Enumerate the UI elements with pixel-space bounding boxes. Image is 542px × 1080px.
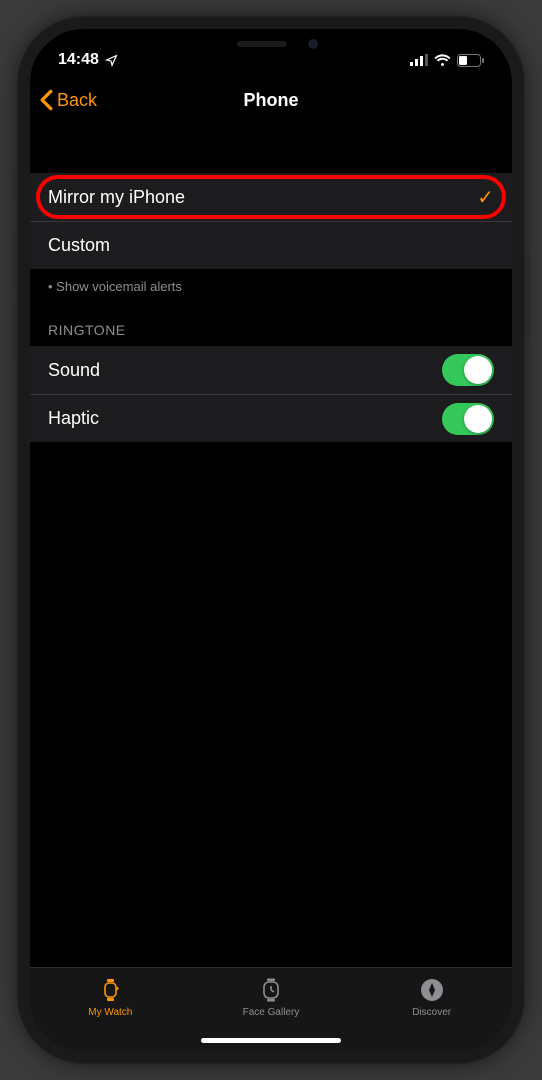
screen: 14:48 bbox=[30, 29, 512, 1051]
ringtone-header: RINGTONE bbox=[30, 294, 512, 346]
tab-my-watch[interactable]: My Watch bbox=[60, 976, 160, 1051]
haptic-row: Haptic bbox=[30, 394, 512, 442]
battery-icon bbox=[457, 54, 484, 67]
back-label: Back bbox=[57, 90, 97, 111]
page-title: Phone bbox=[243, 90, 298, 111]
compass-icon bbox=[418, 976, 446, 1004]
tab-label: Face Gallery bbox=[243, 1007, 300, 1018]
notch bbox=[166, 29, 376, 59]
home-indicator[interactable] bbox=[201, 1038, 341, 1043]
mirror-iphone-label: Mirror my iPhone bbox=[48, 187, 185, 208]
sound-label: Sound bbox=[48, 360, 100, 381]
status-time: 14:48 bbox=[58, 51, 99, 69]
location-arrow-icon bbox=[105, 54, 118, 67]
toggle-knob bbox=[464, 356, 492, 384]
tab-label: Discover bbox=[412, 1007, 451, 1018]
back-button[interactable]: Back bbox=[40, 89, 97, 111]
toggle-knob bbox=[464, 405, 492, 433]
nav-bar: Back Phone bbox=[30, 77, 512, 123]
content-area: Mirror my iPhone ✓ Custom • Show voicema… bbox=[30, 123, 512, 442]
front-camera bbox=[308, 39, 318, 49]
alerts-footer: • Show voicemail alerts bbox=[30, 269, 512, 294]
sound-row: Sound bbox=[30, 346, 512, 394]
mirror-iphone-row[interactable]: Mirror my iPhone ✓ bbox=[30, 173, 512, 221]
speaker-grille bbox=[237, 41, 287, 47]
alerts-section: Mirror my iPhone ✓ Custom bbox=[30, 173, 512, 269]
phone-frame: 14:48 bbox=[16, 15, 526, 1065]
chevron-left-icon bbox=[40, 89, 53, 111]
custom-row[interactable]: Custom bbox=[30, 221, 512, 269]
watch-face-icon bbox=[257, 976, 285, 1004]
sound-toggle[interactable] bbox=[442, 354, 494, 386]
watch-side-icon bbox=[96, 976, 124, 1004]
volume-up-button bbox=[12, 230, 16, 288]
tab-discover[interactable]: Discover bbox=[382, 976, 482, 1051]
volume-down-button bbox=[12, 305, 16, 363]
checkmark-icon: ✓ bbox=[477, 185, 494, 210]
wifi-icon bbox=[434, 54, 451, 66]
power-button bbox=[526, 250, 530, 340]
ringtone-section: Sound Haptic bbox=[30, 346, 512, 442]
haptic-label: Haptic bbox=[48, 408, 99, 429]
mute-switch bbox=[12, 170, 16, 202]
cellular-signal-icon bbox=[410, 54, 428, 66]
custom-label: Custom bbox=[48, 235, 110, 256]
tab-label: My Watch bbox=[88, 1007, 132, 1018]
haptic-toggle[interactable] bbox=[442, 403, 494, 435]
